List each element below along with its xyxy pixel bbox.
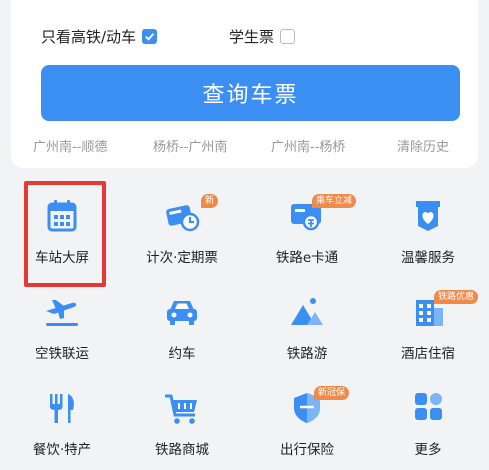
discount-badge: 乘车立减	[312, 194, 357, 208]
service-timed-ticket[interactable]: 新 计次·定期票	[127, 180, 237, 278]
service-label: 空铁联运	[35, 346, 89, 362]
gaotie-label: 只看高铁/动车	[41, 28, 137, 46]
history-item[interactable]: 广州南--杨桥	[271, 136, 345, 155]
fork-knife-icon	[50, 394, 74, 423]
student-option[interactable]: 学生票	[229, 26, 296, 47]
clear-history-button[interactable]: 清除历史	[397, 136, 449, 155]
service-rail-travel[interactable]: 铁路游	[252, 276, 362, 374]
student-label: 学生票	[229, 28, 275, 46]
new-badge: 新	[201, 194, 219, 208]
heart-box-icon	[416, 201, 440, 231]
service-label: 约车	[168, 346, 196, 362]
covid-insurance-badge: 新冠保	[314, 386, 350, 400]
gaotie-checkbox[interactable]	[142, 29, 158, 44]
mountain-icon	[291, 298, 323, 325]
service-label: 餐饮·特产	[32, 442, 92, 458]
service-label: 温馨服务	[401, 250, 455, 266]
grid-icon	[415, 393, 442, 420]
search-tickets-button[interactable]: 查询车票	[41, 65, 460, 121]
service-dining[interactable]: 餐饮·特产	[7, 372, 117, 470]
gaotie-option[interactable]: 只看高铁/动车	[41, 26, 158, 47]
service-label: 铁路商城	[155, 442, 209, 458]
service-insurance[interactable]: 新冠保 出行保险	[252, 372, 362, 470]
ticket-clock-icon	[166, 205, 200, 232]
service-label: 更多	[414, 442, 442, 458]
car-icon	[167, 301, 197, 325]
ticket-search-card: 只看高铁/动车 学生票 查询车票 广州南--顺德 杨桥--广州南 广州南--杨桥…	[11, 0, 478, 168]
service-label: 出行保险	[280, 442, 334, 458]
service-e-card[interactable]: 乘车立减 铁路e卡通	[252, 180, 362, 278]
service-label: 酒店住宿	[401, 346, 455, 362]
highlight-box	[24, 181, 106, 287]
service-rail-mall[interactable]: 铁路商城	[127, 372, 237, 470]
service-more[interactable]: 更多	[373, 372, 483, 470]
service-car-booking[interactable]: 约车	[127, 276, 237, 374]
shopping-cart-icon	[165, 394, 197, 424]
student-checkbox[interactable]	[280, 29, 296, 44]
service-hotel[interactable]: 铁路优惠 酒店住宿	[373, 276, 483, 374]
service-label: 铁路e卡通	[275, 250, 339, 266]
service-label: 计次·定期票	[146, 250, 218, 266]
history-item[interactable]: 广州南--顺德	[33, 136, 107, 155]
service-air-rail[interactable]: 空铁联运	[7, 276, 117, 374]
service-label: 铁路游	[286, 346, 328, 362]
service-warm-care[interactable]: 温馨服务	[373, 180, 483, 278]
rail-discount-badge: 铁路优惠	[434, 290, 479, 304]
history-item[interactable]: 杨桥--广州南	[153, 136, 227, 155]
airplane-icon	[46, 300, 78, 326]
